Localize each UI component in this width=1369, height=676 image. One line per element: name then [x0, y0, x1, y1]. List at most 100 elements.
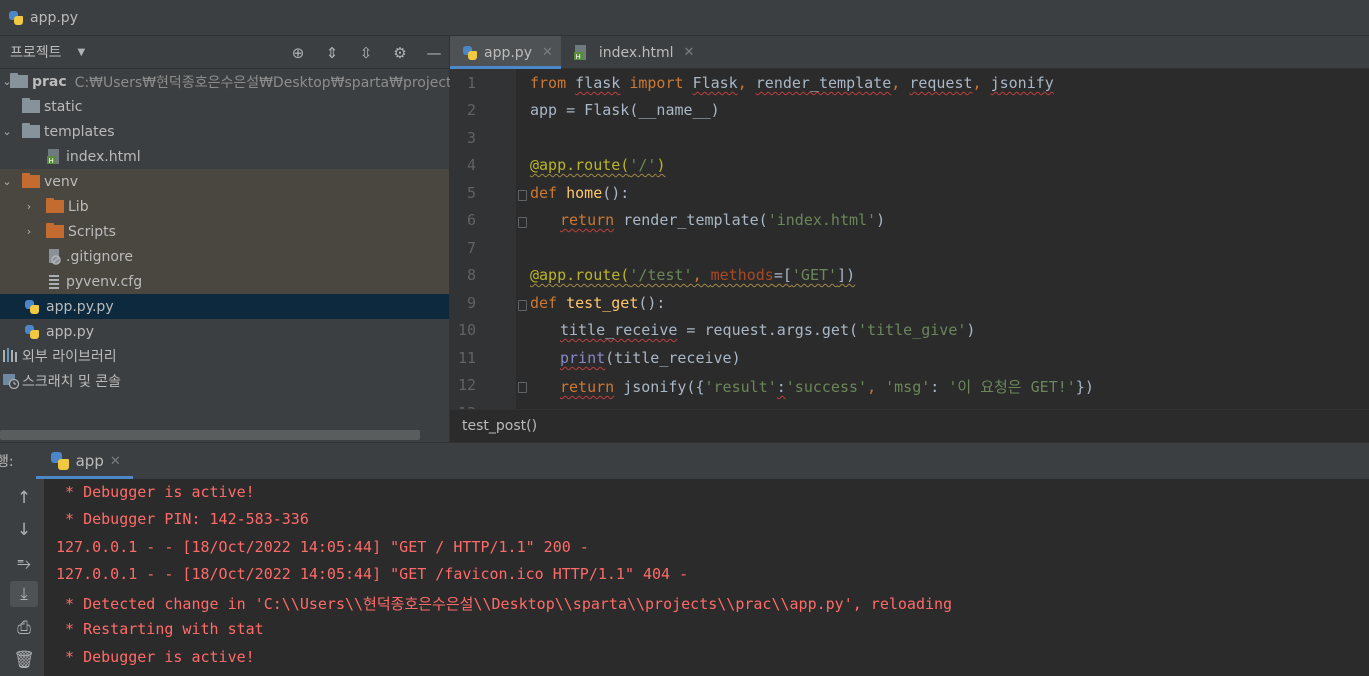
editor-tabs: app.py ✕ H index.html ✕ [450, 36, 1369, 69]
code-token: ) [656, 156, 666, 174]
code-token: '이 요청은 GET!' [948, 378, 1076, 396]
run-panel-label: 행: [0, 454, 14, 470]
html-file-icon: H [573, 44, 589, 61]
console-line: 127.0.0.1 - - [18/Oct/2022 14:05:44] "GE… [56, 565, 689, 583]
code-token: ) [966, 321, 976, 339]
collapse-all-icon[interactable]: ⇳ [357, 44, 375, 62]
code-token: (title_receive) [605, 349, 741, 367]
tree-item-venv[interactable]: ⌄ venv [0, 169, 449, 194]
code-area[interactable]: from flask import Flask, render_template… [530, 69, 1369, 409]
python-file-icon [462, 45, 478, 61]
code-token: print [560, 349, 606, 367]
code-token: home [566, 184, 603, 202]
html-file-icon: H [46, 148, 62, 165]
tree-item-pyvenv-cfg[interactable]: pyvenv.cfg [0, 269, 449, 294]
tree-item-scratches[interactable]: 스크래치 및 콘솔 [0, 368, 449, 393]
code-token: (): [638, 294, 666, 312]
line-number-gutter: 1 2 3 4 5 6 7 8 9 10 11 12 13 [450, 69, 516, 409]
tree-item-label: 스크래치 및 콘솔 [22, 373, 122, 390]
tree-item-external-libraries[interactable]: 외부 라이브러리 [0, 343, 449, 368]
chevron-down-icon[interactable]: ⌄ [0, 175, 14, 188]
code-token: Flask [692, 74, 738, 92]
expand-all-icon[interactable]: ⇕ [323, 44, 341, 62]
gear-icon[interactable]: ⚙ [391, 44, 409, 62]
title-bar: app.py [0, 0, 1369, 36]
config-file-icon [46, 273, 62, 290]
chevron-right-icon[interactable]: › [22, 200, 36, 213]
tree-item-label: templates [44, 123, 115, 140]
code-token: : [776, 378, 786, 396]
code-token: , [867, 378, 886, 396]
tree-item-static[interactable]: static [0, 94, 449, 119]
library-icon [2, 347, 18, 364]
line-number: 6 [466, 211, 476, 229]
code-line-5: def home(): [530, 184, 629, 202]
line-number: 12 [457, 376, 476, 394]
line-number: 4 [466, 156, 476, 174]
line-number: 8 [466, 266, 476, 284]
tab-run-app[interactable]: app ✕ [35, 443, 133, 479]
tree-item-app-py[interactable]: app.py [0, 319, 449, 344]
code-line-10: title_receive = request.args.get('title_… [560, 321, 975, 339]
code-token: 'msg' [885, 378, 931, 396]
chevron-right-icon[interactable]: › [22, 225, 36, 238]
line-number: 9 [466, 294, 476, 312]
code-token: jsonify({ [614, 378, 705, 396]
tab-app-py[interactable]: app.py ✕ [450, 36, 561, 69]
tree-root-label: prac [32, 73, 67, 90]
tree-item-scripts[interactable]: › Scripts [0, 219, 449, 244]
code-token: 'result' [704, 378, 777, 396]
chevron-down-icon[interactable]: ⌄ [0, 125, 14, 138]
locate-file-icon[interactable]: ⊕ [289, 44, 307, 62]
run-tab-label: app [75, 452, 104, 470]
horizontal-scrollbar[interactable] [0, 430, 420, 440]
arrow-down-icon[interactable]: ↓ [10, 517, 38, 543]
folder-icon [10, 73, 28, 88]
code-token: def [530, 184, 558, 202]
fold-marker-icon[interactable] [518, 382, 527, 393]
code-token: @app.route( [530, 266, 630, 284]
print-icon[interactable]: ⎙ [10, 615, 38, 641]
tree-item-index-html[interactable]: H index.html [0, 144, 449, 169]
console-output[interactable]: * Debugger is active! * Debugger PIN: 14… [44, 479, 1369, 676]
tree-item-label: static [44, 98, 83, 115]
fold-marker-icon[interactable] [518, 217, 527, 228]
code-token: test_get [566, 294, 639, 312]
fold-marker-icon[interactable] [518, 190, 527, 201]
console-line: * Detected change in 'C:\\Users\\현덕종호은수은… [56, 595, 953, 613]
tree-item-gitignore[interactable]: .gitignore [0, 244, 449, 269]
breadcrumb-item[interactable]: test_post() [462, 418, 537, 434]
close-icon[interactable]: ✕ [684, 45, 695, 60]
folder-icon [22, 123, 40, 138]
tree-item-templates[interactable]: ⌄ templates [0, 119, 449, 144]
tree-root-path: C:₩Users₩현덕종호은수은설₩Desktop₩sparta₩project… [74, 74, 473, 91]
chevron-down-icon[interactable]: ▼ [78, 47, 86, 58]
code-token: from [530, 74, 567, 92]
tab-index-html[interactable]: H index.html ✕ [561, 36, 703, 69]
tree-item-label: Lib [68, 198, 89, 215]
tree-item-app-py-py[interactable]: app.py.py [0, 294, 449, 319]
code-token: 'title_give' [858, 321, 967, 339]
line-number: 3 [466, 129, 476, 147]
svg-text:H: H [575, 53, 580, 61]
console-line: * Restarting with stat [56, 620, 264, 638]
code-token: (): [602, 184, 630, 202]
tree-root-prac[interactable]: ⌄ prac C:₩Users₩현덕종호은수은설₩Desktop₩sparta₩… [0, 69, 473, 94]
window-title[interactable]: app.py [30, 10, 78, 26]
code-line-12: return jsonify({'result':'success', 'msg… [560, 376, 1094, 397]
code-line-8: @app.route('/test', methods=['GET']) [530, 266, 855, 284]
arrow-up-icon[interactable]: ↑ [10, 485, 38, 511]
hide-panel-icon[interactable]: — [425, 44, 443, 62]
code-token: , [972, 74, 991, 92]
scroll-to-end-icon[interactable]: ⤓ [10, 581, 38, 607]
code-token: 'index.html' [767, 211, 877, 229]
fold-marker-icon[interactable] [518, 300, 527, 311]
trash-icon[interactable]: 🗑 [10, 647, 38, 673]
line-number: 1 [466, 74, 476, 92]
code-token: title_receive [560, 321, 678, 339]
project-panel-title[interactable]: 프로젝트 [10, 42, 62, 62]
tree-item-lib[interactable]: › Lib [0, 194, 449, 219]
close-icon[interactable]: ✕ [542, 45, 553, 60]
close-icon[interactable]: ✕ [110, 454, 121, 469]
soft-wrap-icon[interactable]: ⥱ [10, 551, 38, 577]
